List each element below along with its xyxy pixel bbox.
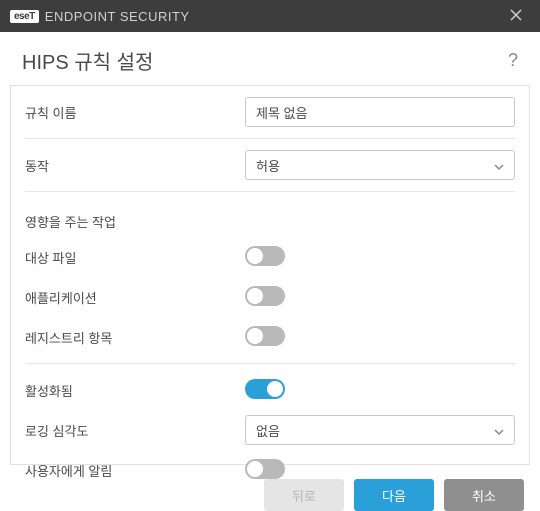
divider [25, 138, 515, 139]
help-icon[interactable]: ? [508, 50, 518, 71]
row-logging-severity: 로깅 심각도 없음 [25, 410, 515, 450]
brand-badge: eseT [10, 10, 39, 23]
back-button: 뒤로 [264, 479, 344, 511]
section-operations: 영향을 주는 작업 [25, 198, 515, 237]
toggle-enabled[interactable] [245, 379, 285, 399]
action-select[interactable]: 허용 [245, 150, 515, 180]
logging-severity-select[interactable]: 없음 [245, 415, 515, 445]
toggle-target-files[interactable] [245, 246, 285, 266]
logging-severity-value: 없음 [256, 421, 494, 440]
divider [25, 191, 515, 192]
divider [25, 363, 515, 364]
label-target-files: 대상 파일 [25, 242, 245, 273]
label-applications: 애플리케이션 [25, 282, 245, 313]
label-logging-severity: 로깅 심각도 [25, 415, 245, 446]
next-button[interactable]: 다음 [354, 479, 434, 511]
titlebar: eseT ENDPOINT SECURITY [0, 0, 540, 32]
label-rule-name: 규칙 이름 [25, 97, 245, 128]
dialog-header: HIPS 규칙 설정 ? [0, 32, 540, 85]
toggle-registry-entries[interactable] [245, 326, 285, 346]
page-title: HIPS 규칙 설정 [22, 46, 508, 75]
rule-name-input[interactable] [245, 97, 515, 127]
content-panel: 규칙 이름 동작 허용 영향을 주는 작업 대상 파일 애플리케이션 [10, 85, 530, 465]
row-rule-name: 규칙 이름 [25, 92, 515, 132]
label-registry-entries: 레지스트리 항목 [25, 322, 245, 353]
product-name: ENDPOINT SECURITY [45, 9, 190, 24]
label-enabled: 활성화됨 [25, 375, 245, 406]
cancel-button[interactable]: 취소 [444, 479, 524, 511]
chevron-down-icon [494, 423, 504, 438]
close-icon[interactable] [502, 4, 530, 28]
row-enabled: 활성화됨 [25, 370, 515, 410]
row-registry-entries: 레지스트리 항목 [25, 317, 515, 357]
action-select-value: 허용 [256, 156, 494, 175]
label-action: 동작 [25, 150, 245, 181]
row-target-files: 대상 파일 [25, 237, 515, 277]
toggle-applications[interactable] [245, 286, 285, 306]
label-notify-user: 사용자에게 알림 [25, 455, 245, 486]
row-applications: 애플리케이션 [25, 277, 515, 317]
row-action: 동작 허용 [25, 145, 515, 185]
toggle-notify-user[interactable] [245, 459, 285, 479]
chevron-down-icon [494, 158, 504, 173]
